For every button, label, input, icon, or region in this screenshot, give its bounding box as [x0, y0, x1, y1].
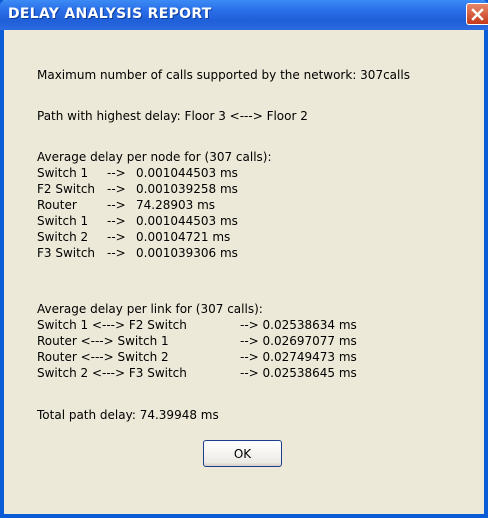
max-calls-text: Maximum number of calls supported by the… [37, 68, 410, 82]
node-separator: --> [107, 182, 126, 196]
link-value: --> 0.02538645 ms [240, 366, 357, 380]
link-value: --> 0.02538634 ms [240, 318, 357, 332]
highest-delay-path-text: Path with highest delay: Floor 3 <---> F… [37, 109, 308, 123]
window-title: DELAY ANALYSIS REPORT [8, 6, 212, 22]
node-value: 0.001044503 ms [136, 166, 238, 180]
title-bar[interactable]: DELAY ANALYSIS REPORT [0, 0, 488, 30]
close-button[interactable] [466, 3, 488, 25]
node-name: Router [37, 198, 77, 212]
node-name: Switch 2 [37, 230, 89, 244]
node-delay-heading: Average delay per node for (307 calls): [37, 150, 272, 164]
link-value: --> 0.02697077 ms [240, 334, 357, 348]
link-name: Router <---> Switch 2 [37, 350, 169, 364]
node-separator: --> [107, 166, 126, 180]
node-value: 0.00104721 ms [136, 230, 231, 244]
node-separator: --> [107, 214, 126, 228]
node-separator: --> [107, 198, 126, 212]
node-value: 74.28903 ms [136, 198, 216, 212]
link-name: Router <---> Switch 1 [37, 334, 169, 348]
node-value: 0.001039306 ms [136, 246, 238, 260]
dialog-window: DELAY ANALYSIS REPORT Maximum number of … [0, 0, 488, 518]
close-icon [471, 8, 484, 21]
node-separator: --> [107, 246, 126, 260]
node-name: Switch 1 [37, 214, 89, 228]
node-value: 0.001044503 ms [136, 214, 238, 228]
node-name: F3 Switch [37, 246, 96, 260]
ok-button[interactable]: OK [203, 440, 282, 467]
link-delay-heading: Average delay per link for (307 calls): [37, 302, 263, 316]
node-name: F2 Switch [37, 182, 96, 196]
link-name: Switch 2 <---> F3 Switch [37, 366, 187, 380]
node-separator: --> [107, 230, 126, 244]
node-name: Switch 1 [37, 166, 89, 180]
link-value: --> 0.02749473 ms [240, 350, 357, 364]
node-value: 0.001039258 ms [136, 182, 238, 196]
total-path-delay-text: Total path delay: 74.39948 ms [37, 408, 219, 422]
link-name: Switch 1 <---> F2 Switch [37, 318, 187, 332]
